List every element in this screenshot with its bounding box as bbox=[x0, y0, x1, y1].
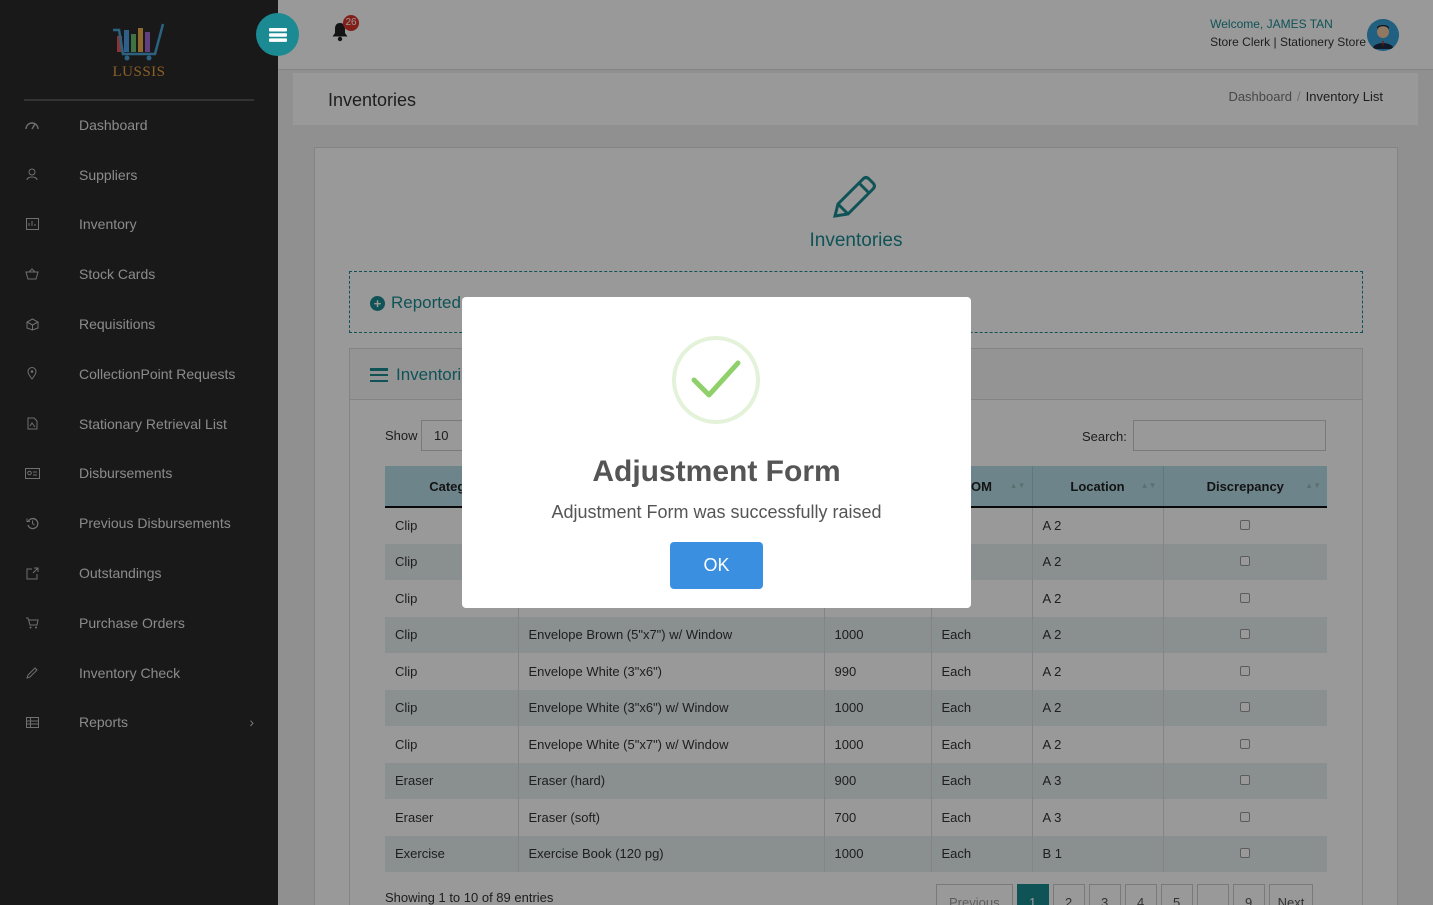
menu-toggle-button[interactable] bbox=[256, 13, 299, 56]
ok-button[interactable]: OK bbox=[670, 542, 763, 589]
menu-icon bbox=[268, 27, 287, 42]
success-check-icon bbox=[672, 336, 760, 424]
dialog-message: Adjustment Form was successfully raised bbox=[551, 502, 882, 522]
success-dialog: Adjustment Form Adjustment Form was succ… bbox=[462, 297, 971, 608]
dialog-title: Adjustment Form bbox=[592, 455, 841, 488]
